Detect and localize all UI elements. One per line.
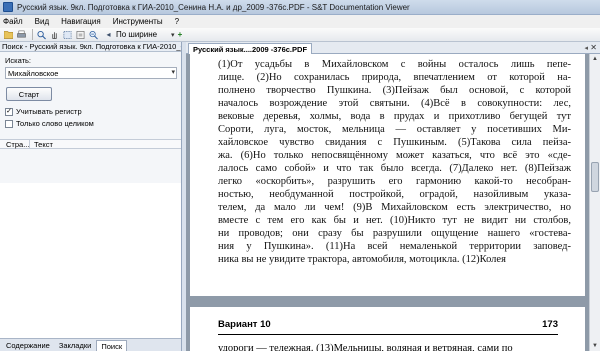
page-text-line: хайловское чувство свидания с Пушкиным. … — [218, 137, 571, 148]
page-text-line: легко «оскорбить», разрушить его гармони… — [218, 176, 571, 187]
results-column-page[interactable]: Стра... — [0, 140, 30, 149]
header-rule — [218, 334, 558, 335]
document-tab-strip: Русский язык....2009 -376с.PDF ◂ ✕ — [186, 42, 600, 54]
document-page: (1)От усадьбы в Михайловском с войны ост… — [190, 54, 585, 296]
search-panel: Поиск - Русский язык. 9кл. Подготовка к … — [0, 42, 182, 351]
tab-scroll-icon[interactable]: ◂ — [584, 44, 588, 52]
window-title: Русский язык. 9кл. Подготовка к ГИА-2010… — [17, 2, 410, 12]
menu-tools[interactable]: Инструменты — [113, 17, 163, 26]
scroll-up-icon[interactable]: ▲ — [590, 54, 600, 64]
tool-icon[interactable] — [75, 29, 86, 40]
menu-bar: Файл Вид Навигация Инструменты ? — [0, 15, 600, 28]
page-text-line: полнено творчество Пушкина. (3)Пейзаж бы… — [218, 85, 571, 96]
page-header: Вариант 10 173 — [218, 319, 558, 330]
page-text-line: вместе с тем его как бы и нет. (10)Никто… — [218, 215, 571, 226]
results-column-text[interactable]: Текст — [30, 140, 53, 149]
vertical-scrollbar[interactable]: ▲ ▼ — [589, 54, 600, 351]
zoom-select[interactable]: ◂ По ширине ▾ — [103, 29, 174, 40]
whole-word-option[interactable]: Только слово целиком — [5, 119, 176, 128]
page-text-line: лище. (2)Но сохранилась природа, впечатл… — [218, 72, 571, 83]
document-viewport[interactable]: (1)От усадьбы в Михайловском с войны ост… — [186, 54, 589, 351]
page-text-line: жа. (6)Но только непосвящённому может ка… — [218, 150, 571, 161]
page-text-line: ния у Пушкина». (11)На всей немаленькой … — [218, 241, 571, 252]
page-text-line: лалось само собой» и что так было всегда… — [218, 163, 571, 174]
start-button[interactable]: Старт — [6, 87, 52, 101]
page-text-line: ни проводов; они сразу бы разрушили ощущ… — [218, 228, 571, 239]
page-text-line: Сороти, луга, мосток, мельница — оставля… — [218, 124, 571, 135]
tab-bookmarks[interactable]: Закладки — [55, 340, 95, 351]
page-text-line: вековые деревья, холмы, вода в прудах и … — [218, 111, 571, 122]
page-text-line: ника вы не увидите трактора, автомобиля,… — [218, 254, 506, 265]
page-number: 173 — [542, 319, 558, 330]
whole-word-label: Только слово целиком — [16, 119, 94, 128]
tab-contents[interactable]: Содержание — [2, 340, 54, 351]
document-page: Вариант 10 173 удороги — тележная. (13)М… — [190, 307, 585, 351]
page-header-title: Вариант 10 — [218, 319, 271, 330]
results-list[interactable] — [0, 183, 181, 338]
page-text-line: телем, да мало ли чем! (9)В Михайловском… — [218, 202, 571, 213]
match-case-checkbox[interactable]: ✓ — [5, 107, 13, 116]
whole-word-checkbox[interactable] — [5, 119, 13, 128]
zoom-select-value: По ширине — [116, 30, 158, 39]
title-bar: Русский язык. 9кл. Подготовка к ГИА-2010… — [0, 0, 600, 15]
print-icon[interactable] — [16, 29, 27, 40]
panel-tabs: Содержание Закладки Поиск — [0, 338, 181, 351]
tab-search[interactable]: Поиск — [96, 340, 128, 351]
scrollbar-thumb[interactable] — [591, 162, 599, 192]
page-text-line: (1)От усадьбы в Михайловском с войны ост… — [218, 59, 571, 70]
document-tab[interactable]: Русский язык....2009 -376с.PDF — [188, 43, 313, 54]
chevron-down-icon[interactable]: ▾ — [171, 68, 175, 76]
close-icon[interactable]: ✕ — [590, 43, 597, 52]
app-icon — [3, 2, 13, 12]
menu-view[interactable]: Вид — [35, 17, 49, 26]
page-text: (1)От усадьбы в Михайловском с войны ост… — [190, 54, 585, 266]
add-icon[interactable]: + — [175, 29, 186, 40]
menu-navigation[interactable]: Навигация — [61, 17, 101, 26]
pan-icon[interactable] — [49, 29, 60, 40]
toolbar-separator — [32, 29, 33, 40]
search-input[interactable]: Михайловское ▾ — [5, 67, 177, 79]
search-panel-header: Поиск - Русский язык. 9кл. Подготовка к … — [0, 42, 181, 52]
menu-file[interactable]: Файл — [3, 17, 23, 26]
match-case-option[interactable]: ✓ Учитывать регистр — [5, 107, 176, 116]
toolbar: ◂ По ширине ▾ + — [0, 28, 600, 42]
page-text-line: удороги — тележная. (13)Мельницы, водяна… — [218, 343, 513, 351]
search-label: Искать: — [5, 56, 32, 65]
page-prev-icon[interactable]: ◂ — [103, 29, 114, 40]
search-input-value: Михайловское — [8, 68, 59, 78]
match-case-label: Учитывать регистр — [16, 107, 82, 116]
find-icon[interactable] — [36, 29, 47, 40]
search-panel-title: Поиск - Русский язык. 9кл. Подготовка к … — [2, 42, 181, 51]
results-header: Стра... Текст — [0, 139, 181, 149]
page-text-line: началось возрождение этой святыни. (4)Вс… — [218, 98, 571, 109]
scroll-down-icon[interactable]: ▼ — [590, 341, 600, 351]
zoom-icon[interactable] — [88, 29, 99, 40]
menu-help[interactable]: ? — [175, 17, 179, 26]
select-icon[interactable] — [62, 29, 73, 40]
page-text-line: ностью, необдуманной постройкой, оградой… — [218, 189, 571, 200]
open-icon[interactable] — [3, 29, 14, 40]
